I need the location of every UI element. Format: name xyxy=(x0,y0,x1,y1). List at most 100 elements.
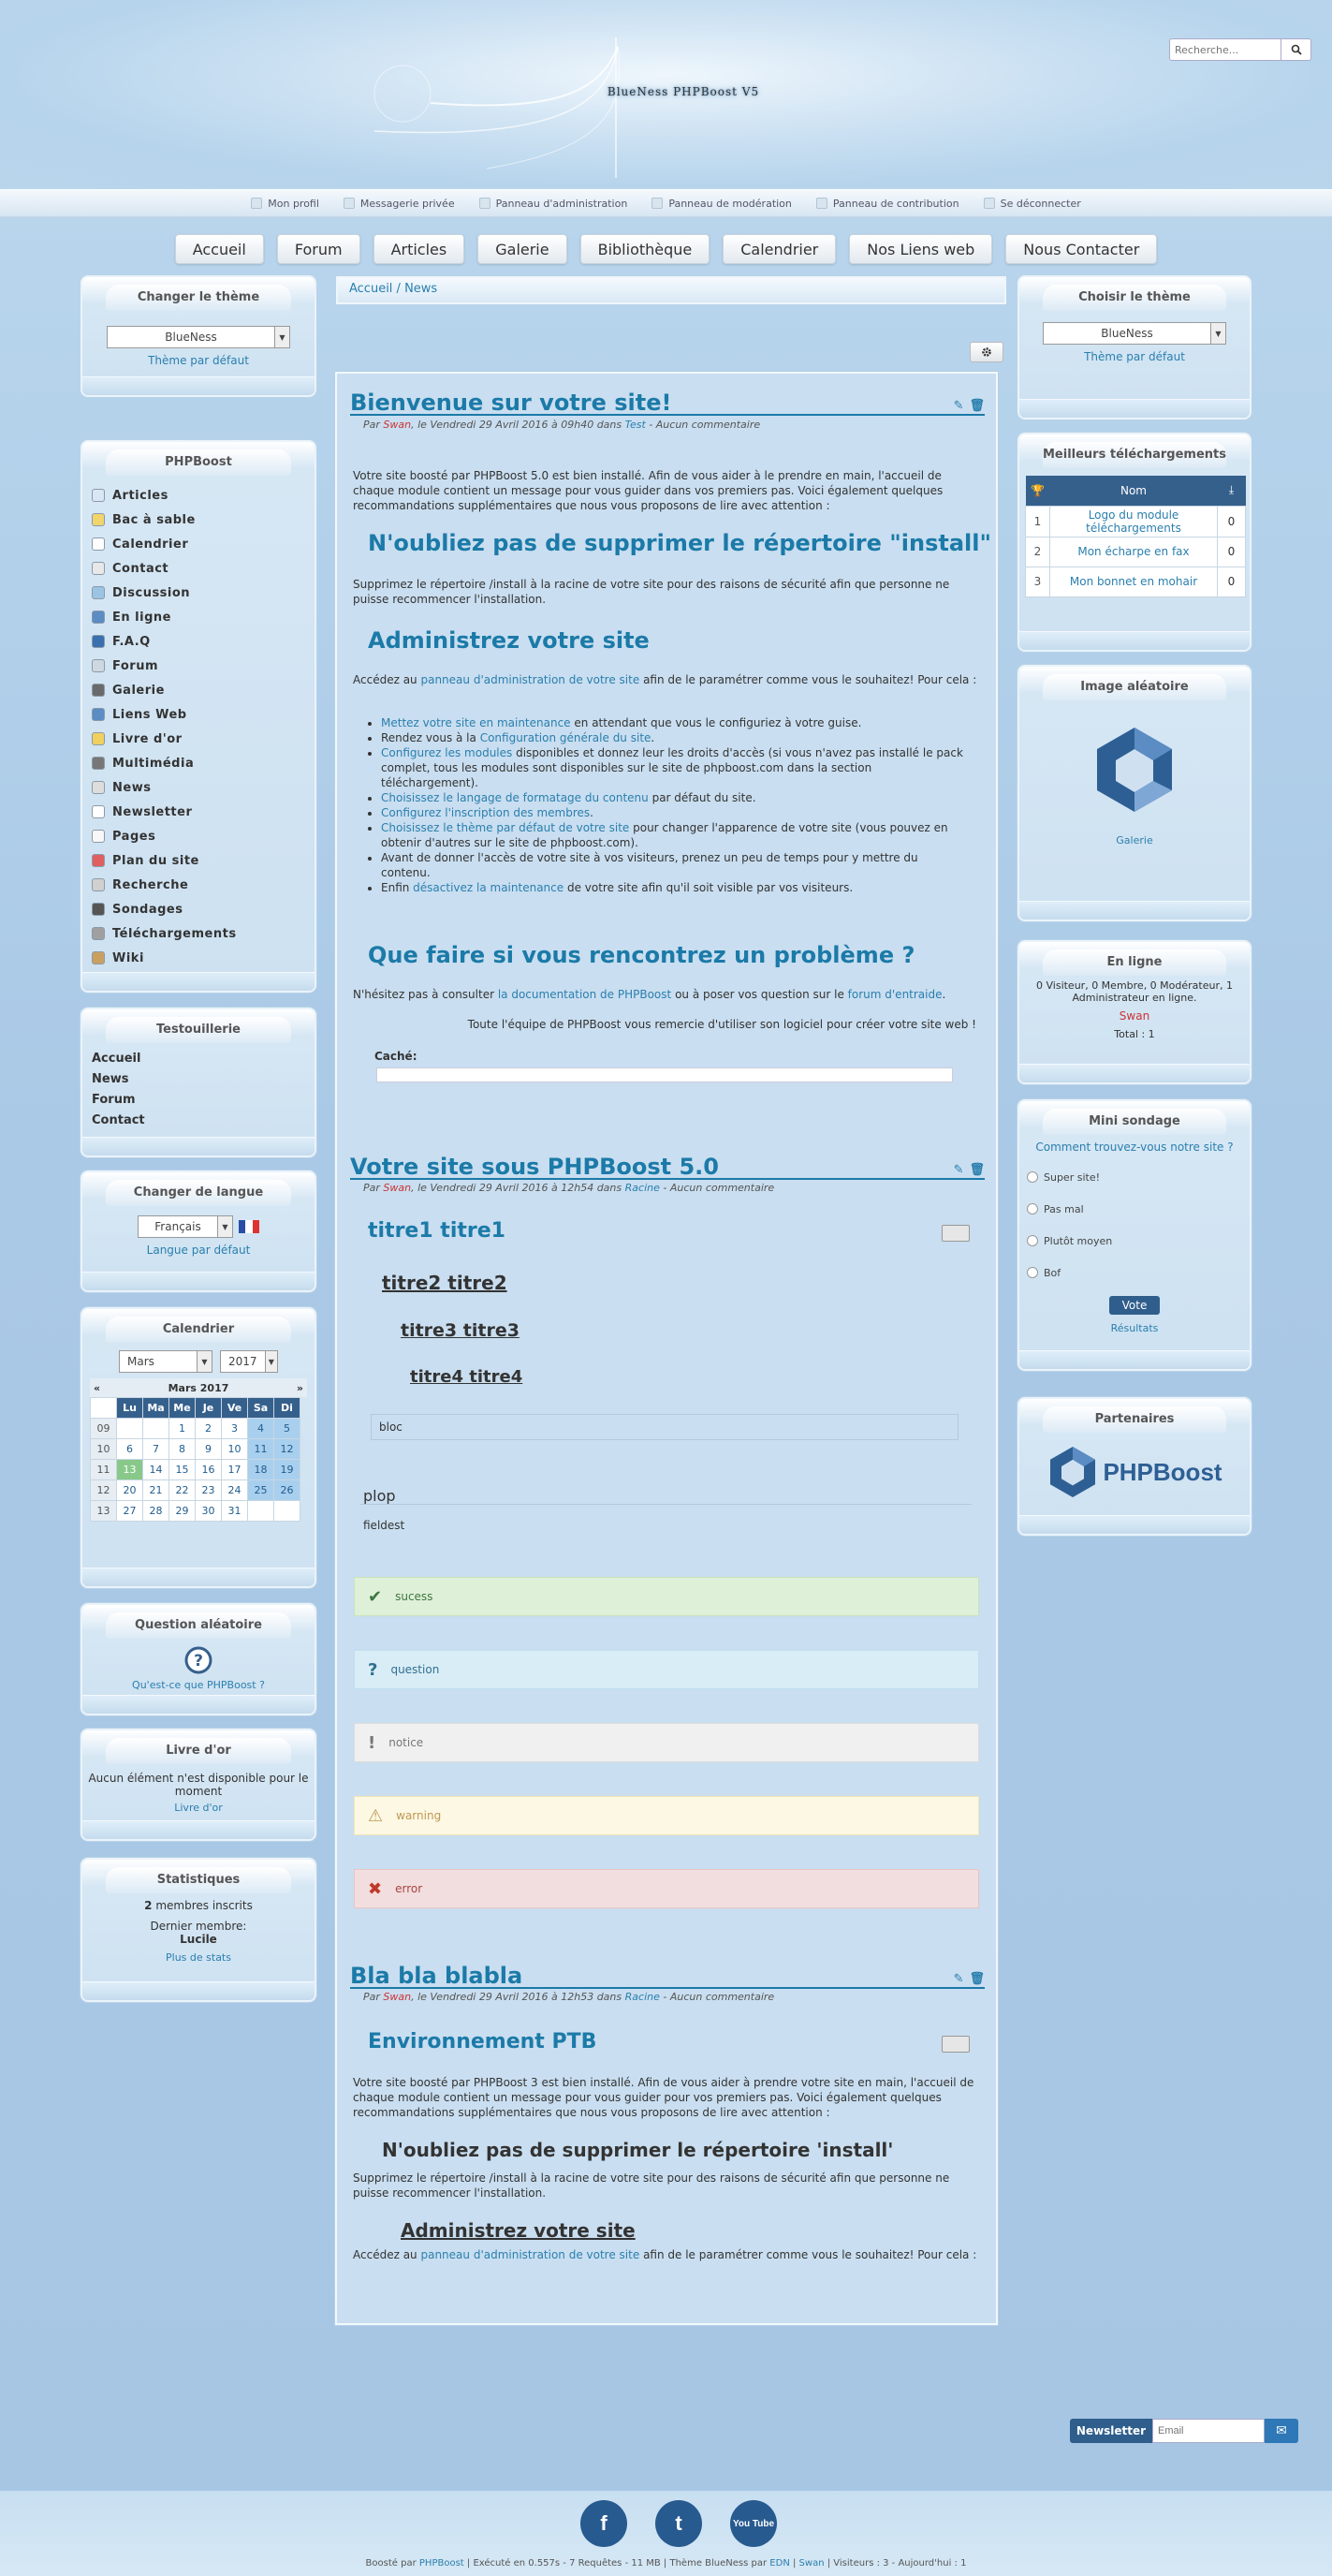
partner-phpboost-logo[interactable]: PHPBoost xyxy=(1019,1444,1250,1500)
calendar-day[interactable]: 21 xyxy=(142,1479,169,1501)
month-select[interactable]: Mars ▼ xyxy=(119,1350,212,1373)
sidebar-item[interactable]: Discussion xyxy=(92,581,315,605)
trash-icon[interactable]: 🗑 xyxy=(969,1163,985,1177)
calendar-day[interactable]: 24 xyxy=(221,1479,248,1501)
calendar-day[interactable]: 29 xyxy=(168,1500,196,1522)
radio-button[interactable] xyxy=(1027,1171,1038,1183)
sidebar-item[interactable]: Recherche xyxy=(92,873,315,897)
poll-option[interactable]: Bof xyxy=(1019,1257,1250,1288)
site-logo[interactable]: BlueNess PHPBoost V5 xyxy=(318,37,1011,178)
theme-select[interactable]: BlueNess ▼ xyxy=(107,326,290,348)
calendar-day[interactable]: 1 xyxy=(168,1418,196,1439)
calendar-day[interactable]: 17 xyxy=(221,1459,248,1480)
calendar-day[interactable]: 14 xyxy=(142,1459,169,1480)
menu-item-contact[interactable]: Nous Contacter xyxy=(1005,234,1158,264)
calendar-day[interactable]: 4 xyxy=(247,1418,274,1439)
userbar-item-contribution[interactable]: Panneau de contribution xyxy=(815,198,959,210)
userbar-item-admin[interactable]: Panneau d'administration xyxy=(478,198,627,210)
download-link[interactable]: Logo du module téléchargements xyxy=(1049,505,1218,537)
userbar-item-profile[interactable]: Mon profil xyxy=(251,198,319,210)
documentation-link[interactable]: la documentation de PHPBoost xyxy=(498,988,671,1001)
calendar-day[interactable]: 19 xyxy=(273,1459,300,1480)
trash-icon[interactable]: 🗑 xyxy=(969,399,985,413)
menu-item-forum[interactable]: Forum xyxy=(276,234,360,264)
sidebar-item[interactable]: Sondages xyxy=(92,897,315,921)
radio-button[interactable] xyxy=(1027,1267,1038,1278)
sidebar-item[interactable]: Wiki xyxy=(92,946,315,970)
facebook-icon[interactable]: f xyxy=(580,2500,627,2547)
admin-panel-link[interactable]: panneau d'administration de votre site xyxy=(420,673,639,686)
newsletter-submit-button[interactable]: ✉ xyxy=(1265,2419,1298,2443)
anchor-icon[interactable] xyxy=(942,2036,970,2053)
more-stats-link[interactable]: Plus de stats xyxy=(166,1951,231,1964)
theme-select[interactable]: BlueNess ▼ xyxy=(1043,322,1226,345)
breadcrumb-link[interactable]: Accueil / News xyxy=(349,282,437,296)
sidebar-item[interactable]: Livre d'or xyxy=(92,727,315,751)
sidebar-item[interactable]: Galerie xyxy=(92,678,315,702)
edn-link[interactable]: EDN xyxy=(769,2558,790,2569)
phpboost-link[interactable]: PHPBoost xyxy=(419,2558,464,2569)
sidebar-item[interactable]: Multimédia xyxy=(92,751,315,775)
calendar-day[interactable]: 11 xyxy=(247,1438,274,1460)
recommendation-link[interactable]: Choisissez le thème par défaut de votre … xyxy=(381,821,629,834)
menu-item-bibliotheque[interactable]: Bibliothèque xyxy=(579,234,710,264)
calendar-day[interactable]: 27 xyxy=(116,1500,143,1522)
guestbook-link[interactable]: Livre d'or xyxy=(174,1802,223,1814)
article-category[interactable]: Racine xyxy=(625,1991,660,2003)
sidebar-item[interactable]: Contact xyxy=(92,556,315,581)
random-question-link[interactable]: Qu'est-ce que PHPBoost ? xyxy=(132,1679,265,1691)
testouillerie-link-forum[interactable]: Forum xyxy=(92,1090,315,1111)
phpboost-logo-image[interactable] xyxy=(1092,723,1177,817)
radio-button[interactable] xyxy=(1027,1203,1038,1214)
last-member-name[interactable]: Lucile xyxy=(82,1933,315,1946)
sidebar-item[interactable]: Articles xyxy=(92,483,315,508)
twitter-icon[interactable]: t xyxy=(655,2500,702,2547)
article-title[interactable]: Bla bla blabla ✎ 🗑 xyxy=(350,1963,985,1989)
article-category[interactable]: Test xyxy=(625,419,646,431)
swan-link[interactable]: Swan xyxy=(799,2558,825,2569)
edit-icon[interactable]: ✎ xyxy=(954,399,964,413)
calendar-day[interactable]: 23 xyxy=(195,1479,222,1501)
newsletter-email-input[interactable] xyxy=(1152,2419,1265,2443)
sidebar-item[interactable]: Téléchargements xyxy=(92,921,315,946)
calendar-day[interactable]: 26 xyxy=(273,1479,300,1501)
year-select[interactable]: 2017 ▼ xyxy=(220,1350,278,1373)
calendar-day[interactable]: 8 xyxy=(168,1438,196,1460)
calendar-day[interactable]: 2 xyxy=(195,1418,222,1439)
calendar-day[interactable]: 25 xyxy=(247,1479,274,1501)
poll-results-link[interactable]: Résultats xyxy=(1111,1322,1159,1334)
calendar-prev-button[interactable]: « xyxy=(94,1382,100,1394)
article-title[interactable]: Votre site sous PHPBoost 5.0 ✎ 🗑 xyxy=(350,1154,985,1180)
article-author[interactable]: Swan xyxy=(383,419,411,431)
menu-item-liens-web[interactable]: Nos Liens web xyxy=(849,234,993,264)
gallery-link[interactable]: Galerie xyxy=(1116,834,1152,846)
search-input[interactable] xyxy=(1169,38,1281,61)
calendar-next-button[interactable]: » xyxy=(297,1382,303,1394)
edit-icon[interactable]: ✎ xyxy=(954,1972,964,1986)
sidebar-item[interactable]: Plan du site xyxy=(92,848,315,873)
calendar-day[interactable]: 15 xyxy=(168,1459,196,1480)
recommendation-link[interactable]: Configurez l'inscription des membres xyxy=(381,806,590,819)
calendar-day[interactable]: 28 xyxy=(142,1500,169,1522)
sidebar-item[interactable]: Calendrier xyxy=(92,532,315,556)
sidebar-item[interactable]: Forum xyxy=(92,654,315,678)
download-link[interactable]: Mon écharpe en fax xyxy=(1049,536,1218,567)
recommendation-link[interactable]: Mettez votre site en maintenance xyxy=(381,716,571,729)
article-author[interactable]: Swan xyxy=(383,1991,411,2003)
default-theme-link[interactable]: Thème par défaut xyxy=(1084,350,1185,363)
radio-button[interactable] xyxy=(1027,1235,1038,1246)
default-theme-link[interactable]: Thème par défaut xyxy=(148,354,249,367)
recommendation-link[interactable]: Configurez les modules xyxy=(381,746,512,759)
admin-panel-link[interactable]: panneau d'administration de votre site xyxy=(420,2248,639,2261)
calendar-day[interactable]: 10 xyxy=(221,1438,248,1460)
sidebar-item[interactable]: Liens Web xyxy=(92,702,315,727)
calendar-day[interactable]: 16 xyxy=(195,1459,222,1480)
language-select[interactable]: Français ▼ xyxy=(138,1215,233,1238)
sidebar-item[interactable]: Pages xyxy=(92,824,315,848)
userbar-item-moderation[interactable]: Panneau de modération xyxy=(651,198,792,210)
sidebar-item[interactable]: Bac à sable xyxy=(92,508,315,532)
recommendation-link[interactable]: Choisissez le langage de formatage du co… xyxy=(381,791,649,804)
vote-button[interactable]: Vote xyxy=(1108,1296,1161,1315)
poll-option[interactable]: Super site! xyxy=(1019,1161,1250,1193)
calendar-day[interactable]: 5 xyxy=(273,1418,300,1439)
